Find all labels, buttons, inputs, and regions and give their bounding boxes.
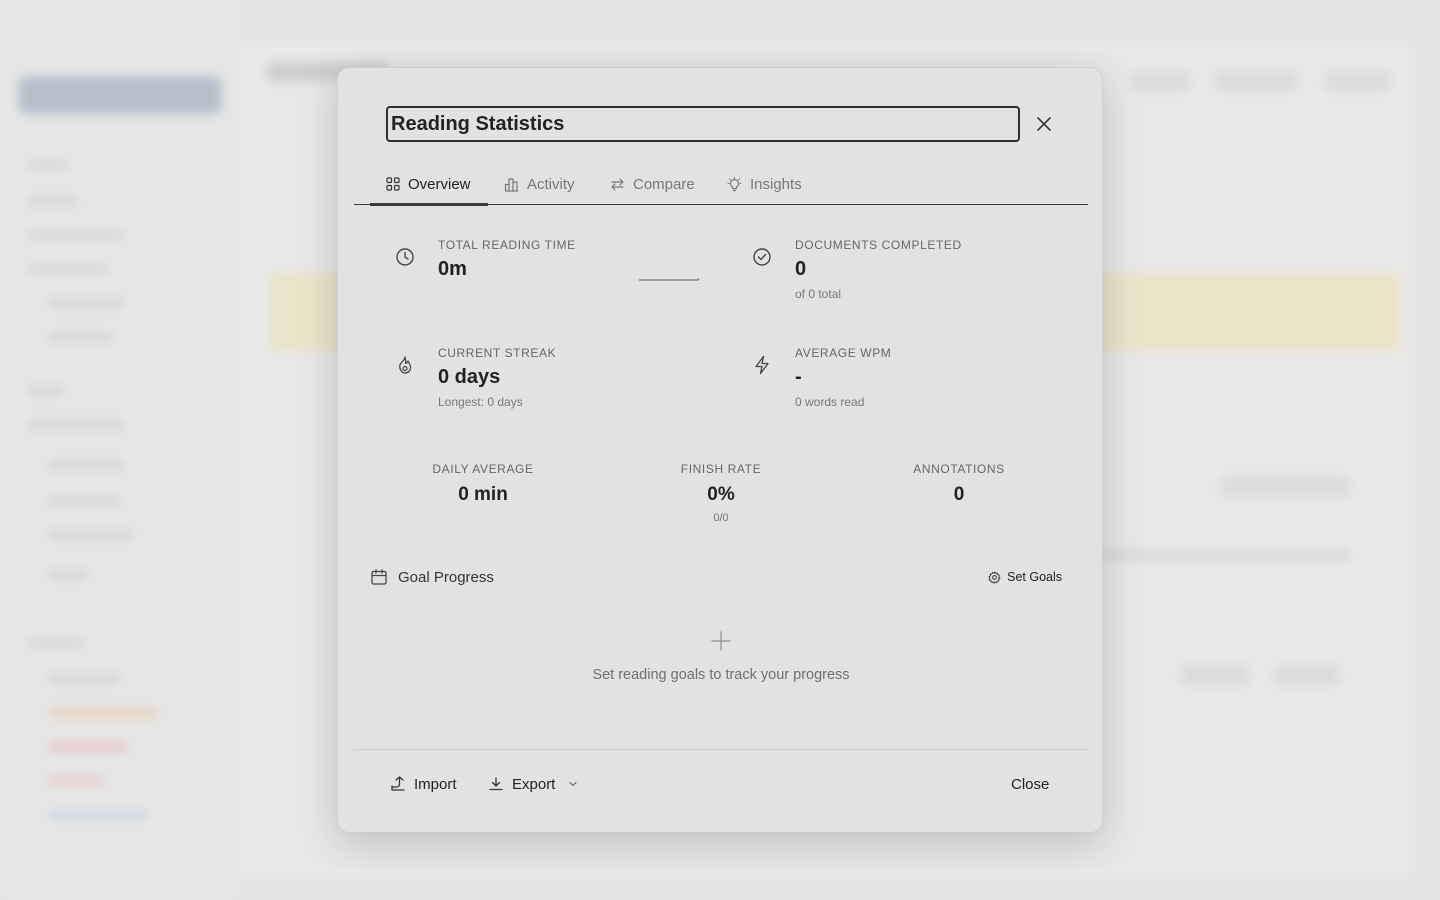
close-dialog-button[interactable] bbox=[1032, 112, 1056, 136]
stat-daily-average: DAILY AVERAGE 0 min bbox=[383, 462, 583, 506]
tab-label: Compare bbox=[633, 175, 695, 193]
background-chip bbox=[1274, 664, 1340, 686]
stat-value: - bbox=[795, 366, 802, 388]
tab-activity[interactable]: Activity bbox=[488, 164, 591, 204]
lightning-icon bbox=[755, 355, 769, 375]
tab-compare[interactable]: Compare bbox=[594, 164, 711, 204]
tab-insights[interactable]: Insights bbox=[711, 164, 818, 204]
plus-icon bbox=[711, 631, 731, 651]
stat-documents-completed: DOCUMENTS COMPLETED 0 of 0 total bbox=[751, 238, 962, 301]
background-line bbox=[28, 230, 124, 240]
footer-divider bbox=[354, 749, 1088, 750]
background-line bbox=[48, 530, 134, 540]
stat-current-streak: CURRENT STREAK 0 days Longest: 0 days bbox=[394, 346, 556, 409]
stat-value: 0m bbox=[438, 258, 467, 280]
set-goals-label: Set Goals bbox=[1007, 570, 1062, 584]
goal-progress-label: Goal Progress bbox=[398, 568, 494, 586]
flame-icon bbox=[399, 356, 412, 374]
reading-time-sparkline bbox=[639, 278, 700, 281]
stat-value: 0 bbox=[953, 484, 965, 505]
close-label: Close bbox=[1011, 775, 1050, 793]
check-circle-icon bbox=[753, 248, 771, 266]
stat-finish-rate: FINISH RATE 0% 0/0 bbox=[621, 462, 821, 524]
goals-empty-state: Set reading goals to track your progress bbox=[338, 630, 1104, 683]
set-goals-button[interactable]: Set Goals bbox=[980, 566, 1070, 588]
close-icon bbox=[1037, 117, 1051, 131]
chevron-down-icon bbox=[569, 781, 577, 787]
tab-bar: Overview Activity Compare Insights bbox=[354, 164, 1088, 206]
background-line bbox=[48, 496, 120, 506]
stat-label: AVERAGE WPM bbox=[795, 346, 892, 360]
background-line bbox=[48, 742, 128, 752]
background-line bbox=[28, 264, 108, 274]
background-line bbox=[48, 332, 114, 342]
stat-label: DOCUMENTS COMPLETED bbox=[795, 238, 962, 252]
stat-value: 0 bbox=[795, 258, 807, 280]
stat-sub: of 0 total bbox=[795, 287, 842, 301]
grid-icon bbox=[386, 177, 400, 191]
stat-label: CURRENT STREAK bbox=[438, 346, 557, 360]
stat-value: 0 min bbox=[458, 484, 508, 505]
background-line bbox=[48, 674, 120, 684]
goal-progress-title: Goal Progress bbox=[370, 568, 494, 586]
stat-label: ANNOTATIONS bbox=[913, 462, 1005, 476]
tab-label: Insights bbox=[750, 175, 802, 193]
background-line bbox=[48, 570, 88, 580]
stat-label: FINISH RATE bbox=[680, 462, 762, 476]
import-label: Import bbox=[414, 775, 457, 793]
clock-icon bbox=[396, 248, 414, 266]
tab-label: Activity bbox=[527, 175, 575, 193]
stat-average-wpm: AVERAGE WPM - 0 words read bbox=[751, 346, 891, 409]
import-icon bbox=[391, 776, 405, 791]
gear-icon bbox=[988, 570, 1001, 584]
tab-label: Overview bbox=[408, 175, 471, 193]
background-line bbox=[48, 708, 158, 718]
export-label: Export bbox=[512, 775, 556, 793]
tab-overview[interactable]: Overview bbox=[370, 164, 488, 206]
background-line bbox=[48, 460, 124, 470]
import-button[interactable]: Import bbox=[390, 770, 457, 798]
goal-progress-header: Goal Progress Set Goals bbox=[370, 563, 1070, 591]
background-sidebar bbox=[0, 0, 240, 900]
download-icon bbox=[489, 777, 503, 791]
stat-sub: 0 words read bbox=[795, 395, 865, 409]
background-chip bbox=[1180, 664, 1250, 686]
calendar-icon bbox=[371, 569, 387, 585]
background-primary-button bbox=[18, 76, 222, 114]
dialog-title-input[interactable] bbox=[386, 106, 1020, 142]
stat-value: 0% bbox=[707, 484, 735, 505]
stat-value: 0 days bbox=[438, 366, 501, 388]
export-dropdown-button[interactable]: Export bbox=[488, 770, 579, 798]
background-chip bbox=[1220, 476, 1350, 498]
stat-sub: 0/0 bbox=[713, 512, 729, 524]
reading-statistics-dialog: Overview Activity Compare Insights bbox=[337, 67, 1103, 833]
background-line bbox=[48, 776, 104, 786]
background-line bbox=[48, 298, 124, 308]
close-button[interactable]: Close bbox=[1011, 770, 1049, 798]
background-line bbox=[28, 160, 68, 170]
stat-sub: Longest: 0 days bbox=[438, 395, 523, 409]
background-chip bbox=[1130, 70, 1190, 92]
background-line bbox=[48, 810, 148, 820]
background-line bbox=[1100, 550, 1350, 560]
background-line bbox=[28, 638, 84, 648]
stat-annotations: ANNOTATIONS 0 bbox=[859, 462, 1059, 506]
background-chip bbox=[1324, 70, 1390, 92]
background-line bbox=[28, 196, 78, 206]
bar-chart-icon bbox=[504, 177, 518, 192]
stat-label: DAILY AVERAGE bbox=[432, 462, 534, 476]
background-line bbox=[28, 420, 124, 430]
goals-empty-text: Set reading goals to track your progress bbox=[592, 667, 850, 683]
stat-total-reading-time: TOTAL READING TIME 0m bbox=[394, 238, 576, 281]
lightbulb-icon bbox=[727, 176, 742, 191]
background-line bbox=[28, 386, 64, 396]
background-chip bbox=[1214, 70, 1298, 92]
arrows-exchange-icon bbox=[611, 177, 624, 191]
stat-label: TOTAL READING TIME bbox=[438, 238, 576, 252]
